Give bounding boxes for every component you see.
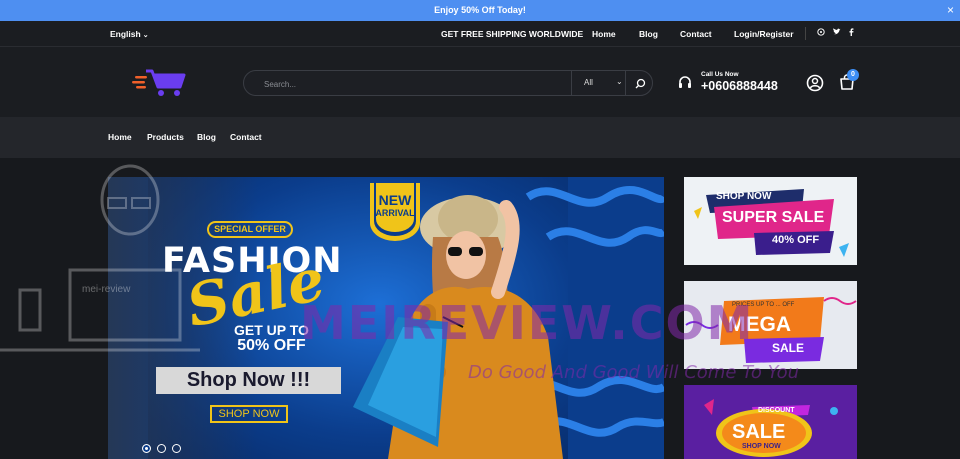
top-nav-home[interactable]: Home [592,29,616,39]
search-bar: All ⌄ [243,70,653,96]
get-up-to-label: GET UP TO [234,322,309,338]
announcement-text: Enjoy 50% Off Today! [434,5,526,15]
cart-count-badge: 0 [847,69,859,81]
ad1-sub: 40% OFF [772,234,820,246]
category-select[interactable]: All [584,78,593,87]
slide-dot-2[interactable] [157,444,166,453]
watermark-person-graphic [0,164,200,352]
user-account-icon[interactable] [806,74,824,92]
watermark-label: mei-review [82,284,131,295]
divider [571,71,572,95]
super-sale-banner[interactable]: SHOP NOW SUPER SALE 40% OFF [684,177,857,265]
discount-label: 50% OFF [237,337,306,354]
ad3-top: DISCOUNT [758,407,795,414]
hero-discount: GET UP TO 50% OFF [234,322,309,354]
facebook-icon[interactable] [849,28,854,38]
top-nav-blog[interactable]: Blog [639,29,658,39]
shipping-notice: GET FREE SHIPPING WORLDWIDE [441,29,584,39]
site-header: All ⌄ Call Us Now +0606888448 0 [0,47,960,117]
watermark-tagline: Do Good And Good Will Come To You [468,362,800,383]
announcement-bar: Enjoy 50% Off Today! × [0,0,960,21]
ad2-sub: SALE [772,341,805,355]
search-icon [635,78,646,89]
whatsapp-icon[interactable] [817,28,825,38]
divider [805,27,806,40]
slide-dot-3[interactable] [172,444,181,453]
language-selector[interactable]: English ⌄ [110,29,149,39]
twitter-icon[interactable] [832,28,841,38]
search-button[interactable] [632,76,648,92]
top-nav-contact[interactable]: Contact [680,29,712,39]
ad1-top: SHOP NOW [716,191,772,202]
close-icon[interactable]: × [947,0,954,21]
main-navigation: Home Products Blog Contact [0,117,960,158]
ad3-main: SALE [732,421,786,443]
nav-home[interactable]: Home [108,132,132,142]
ad3-sub: SHOP NOW [742,443,781,450]
watermark-main: MEIREVIEW.COM [300,296,755,350]
chevron-down-icon: ⌄ [142,32,149,39]
language-label: English [110,29,141,39]
slide-dot-1[interactable] [142,444,151,453]
nav-blog[interactable]: Blog [197,132,216,142]
search-input[interactable] [264,76,564,92]
divider [625,71,626,95]
ad1-main: SUPER SALE [722,209,825,226]
nav-products[interactable]: Products [147,132,184,142]
nav-contact[interactable]: Contact [230,132,262,142]
headset-icon [677,74,693,90]
cart-logo[interactable] [132,67,188,99]
shop-now-banner-button[interactable]: Shop Now !!! [156,367,341,394]
top-utility-bar: English ⌄ GET FREE SHIPPING WORLDWIDE Hom… [0,21,960,47]
shop-now-button[interactable]: SHOP NOW [210,405,288,423]
chevron-down-icon: ⌄ [616,77,623,86]
phone-number[interactable]: +0606888448 [701,79,778,93]
discount-sale-banner[interactable]: DISCOUNT SALE SHOP NOW [684,385,857,459]
top-nav-login-register[interactable]: Login/Register [734,29,794,39]
special-offer-badge: SPECIAL OFFER [207,221,293,238]
call-us-label: Call Us Now [701,71,739,78]
